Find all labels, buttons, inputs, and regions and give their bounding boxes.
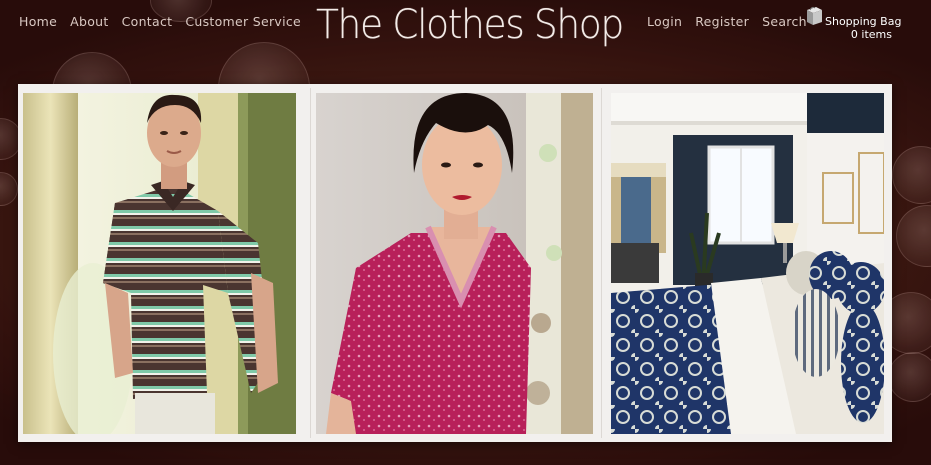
bokeh-circle — [888, 352, 931, 402]
nav-register-link[interactable]: Register — [695, 14, 749, 29]
shopping-bag-label: Shopping Bag — [825, 15, 902, 28]
bokeh-circle — [896, 205, 931, 267]
nav-search-link[interactable]: Search — [762, 14, 807, 29]
photo-bedroom-bedding[interactable] — [611, 93, 884, 434]
account-nav: Login Register Search — [647, 14, 807, 29]
photo-woman-pink-top[interactable] — [316, 93, 593, 434]
main-nav: Home About Contact Customer Service — [19, 14, 301, 29]
nav-login-link[interactable]: Login — [647, 14, 682, 29]
shopping-bag-link[interactable]: Shopping Bag 0 items — [806, 6, 906, 42]
bokeh-circle — [892, 146, 931, 204]
gallery-divider — [601, 88, 602, 438]
bokeh-circle — [0, 172, 18, 206]
photo-gallery — [18, 84, 892, 442]
nav-about-link[interactable]: About — [70, 14, 108, 29]
site-logo[interactable]: The Clothes Shop — [316, 0, 624, 52]
shopping-bag-icon — [806, 6, 823, 26]
nav-home-link[interactable]: Home — [19, 14, 57, 29]
nav-contact-link[interactable]: Contact — [122, 14, 173, 29]
photo-man-striped-polo[interactable] — [23, 93, 296, 434]
gallery-divider — [310, 88, 311, 438]
nav-customer-service-link[interactable]: Customer Service — [185, 14, 301, 29]
shopping-bag-count: 0 items — [850, 28, 892, 41]
